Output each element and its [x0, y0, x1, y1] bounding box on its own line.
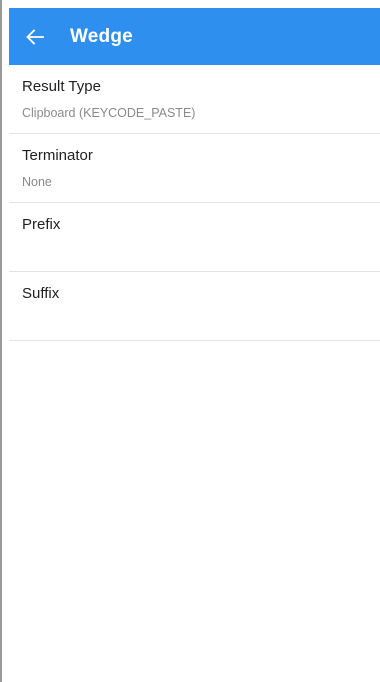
back-button[interactable]	[26, 8, 66, 65]
pref-title: Suffix	[22, 285, 60, 302]
preference-list: Result Type Clipboard (KEYCODE_PASTE) Te…	[9, 65, 380, 341]
settings-screen: Wedge Result Type Clipboard (KEYCODE_PAS…	[0, 0, 380, 682]
pref-title: Result Type	[22, 78, 101, 95]
pref-suffix[interactable]: Suffix	[9, 272, 380, 341]
pref-terminator[interactable]: Terminator None	[9, 134, 380, 203]
pref-prefix[interactable]: Prefix	[9, 203, 380, 272]
window-edge	[0, 0, 2, 682]
pref-result-type[interactable]: Result Type Clipboard (KEYCODE_PASTE)	[9, 65, 380, 134]
pref-title: Terminator	[22, 147, 93, 164]
page-title: Wedge	[70, 25, 133, 47]
pref-title: Prefix	[22, 216, 61, 233]
pref-summary: Clipboard (KEYCODE_PASTE)	[22, 106, 196, 120]
pref-summary: None	[22, 175, 52, 189]
arrow-left-icon	[26, 28, 44, 45]
app-bar: Wedge	[9, 8, 380, 65]
